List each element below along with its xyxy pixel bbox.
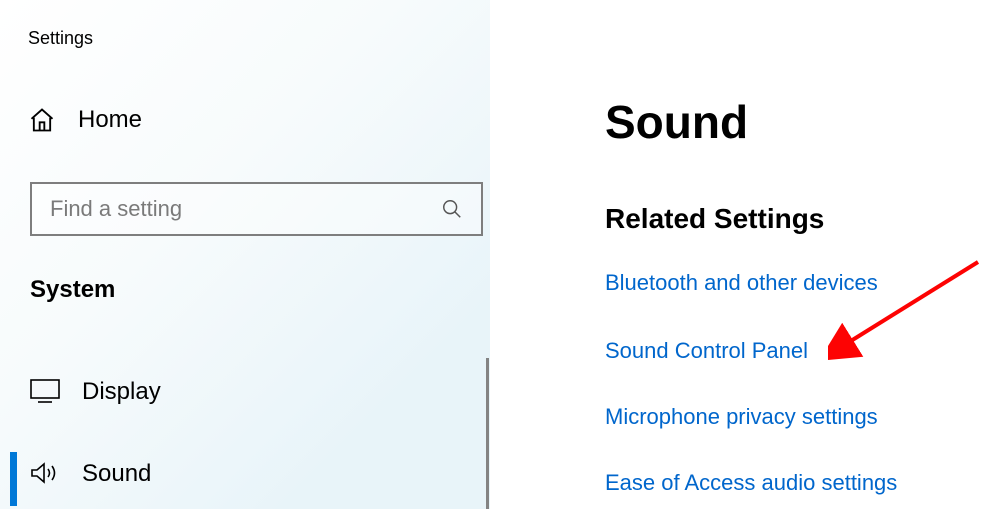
nav-display[interactable]: Display [30,378,161,406]
home-icon [28,106,56,134]
link-sound-control-panel[interactable]: Sound Control Panel [605,338,808,364]
category-system-label: System [30,276,115,304]
sidebar: Settings Home Find a setting System [0,0,490,509]
sound-icon [30,461,60,487]
display-icon [30,379,60,405]
search-input[interactable]: Find a setting [30,182,483,236]
scrollbar[interactable] [486,358,489,509]
nav-home-label: Home [78,106,142,134]
section-title-related: Related Settings [605,203,824,235]
nav-sound-label: Sound [82,460,151,488]
page-title: Sound [605,95,748,149]
main-content: Sound Related Settings Bluetooth and oth… [605,0,999,509]
active-indicator [10,452,17,506]
nav-home[interactable]: Home [28,106,142,134]
search-icon [441,198,463,220]
link-bluetooth-devices[interactable]: Bluetooth and other devices [605,270,878,296]
search-placeholder: Find a setting [50,196,182,222]
nav-sound[interactable]: Sound [30,460,151,488]
link-microphone-privacy[interactable]: Microphone privacy settings [605,404,878,430]
link-ease-of-access-audio[interactable]: Ease of Access audio settings [605,470,897,496]
nav-display-label: Display [82,378,161,406]
window-title: Settings [28,28,93,49]
